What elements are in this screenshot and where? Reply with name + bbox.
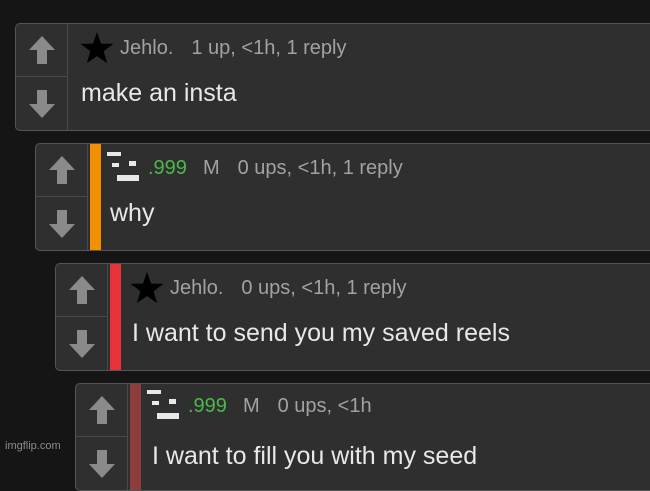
vote-column [16, 24, 68, 130]
arrow-up-icon [29, 36, 55, 64]
star-icon [130, 272, 164, 304]
comment-3: Jehlo. 0 ups, <1h, 1 reply I want to sen… [55, 263, 650, 371]
comment-2: .999 M 0 ups, <1h, 1 reply why [35, 143, 650, 251]
watermark: imgflip.com [5, 440, 61, 452]
downvote-button[interactable] [56, 317, 108, 370]
upvote-button[interactable] [56, 264, 108, 317]
vote-column [56, 264, 108, 370]
mod-badge: M [242, 394, 260, 417]
username-link[interactable]: Jehlo. [170, 277, 223, 300]
username-link[interactable]: Jehlo. [120, 37, 173, 60]
comment-text: I want to fill you with my seed [152, 442, 478, 470]
arrow-down-icon [69, 329, 95, 358]
downvote-button[interactable] [16, 77, 68, 130]
comment-header: Jehlo. 0 ups, <1h, 1 reply [130, 270, 406, 306]
username-link[interactable]: .999 [188, 395, 227, 418]
arrow-down-icon [29, 89, 55, 118]
comment-1: Jehlo. 1 up, <1h, 1 reply make an insta [15, 23, 650, 131]
arrow-up-icon [69, 276, 95, 304]
upvote-button[interactable] [16, 24, 68, 77]
vote-column [76, 384, 128, 490]
comment-header: .999 M 0 ups, <1h [146, 388, 372, 424]
upvote-button[interactable] [36, 144, 88, 197]
comment-meta: 0 ups, <1h, 1 reply [237, 156, 403, 179]
star-icon [80, 32, 114, 64]
pixel-avatar-icon [107, 152, 139, 181]
arrow-down-icon [49, 209, 75, 238]
thread-indicator-bar [90, 144, 101, 250]
upvote-button[interactable] [76, 384, 128, 437]
comment-header: .999 M 0 ups, <1h, 1 reply [106, 150, 403, 186]
mod-badge: M [202, 156, 220, 179]
arrow-up-icon [49, 156, 75, 184]
thread-indicator-bar [130, 384, 141, 490]
arrow-down-icon [89, 449, 115, 478]
comment-meta: 0 ups, <1h [277, 394, 372, 417]
downvote-button[interactable] [36, 197, 88, 250]
comment-text: why [110, 199, 155, 227]
pixel-avatar-icon [147, 390, 179, 419]
comment-text: I want to send you my saved reels [132, 319, 510, 347]
comment-meta: 0 ups, <1h, 1 reply [241, 276, 407, 299]
thread-indicator-bar [110, 264, 121, 370]
username-link[interactable]: .999 [148, 157, 187, 180]
arrow-up-icon [89, 396, 115, 424]
vote-column [36, 144, 88, 250]
downvote-button[interactable] [76, 437, 128, 490]
comment-text: make an insta [81, 79, 237, 107]
comment-header: Jehlo. 1 up, <1h, 1 reply [80, 30, 346, 66]
comment-4: .999 M 0 ups, <1h I want to fill you wit… [75, 383, 650, 491]
comment-meta: 1 up, <1h, 1 reply [191, 36, 347, 59]
